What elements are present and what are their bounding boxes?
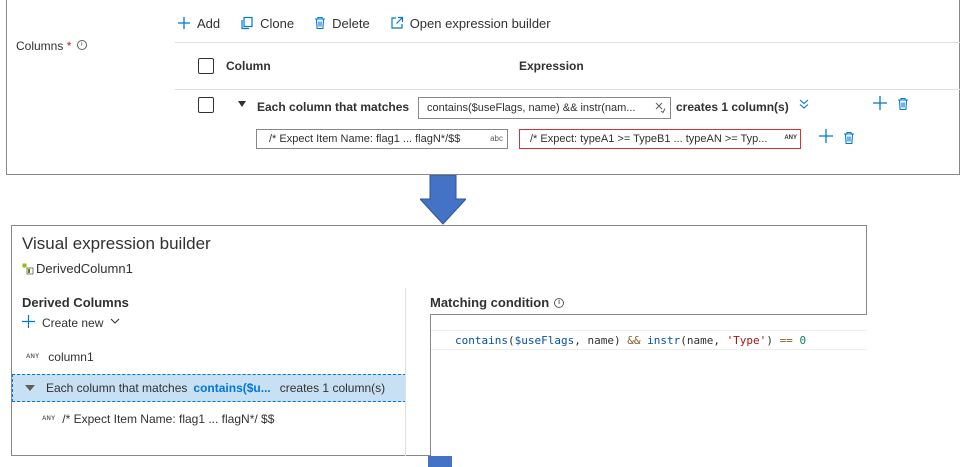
trash-icon	[314, 16, 326, 30]
code-param-useflags: $useFlags	[514, 334, 575, 347]
create-new-button[interactable]: Create new	[22, 315, 120, 330]
column-header: Column	[226, 59, 271, 73]
sub-row-add-icon[interactable]	[819, 128, 833, 146]
pattern-creates-label: creates 1 column(s)	[279, 381, 386, 395]
code-fn-contains: contains	[455, 334, 508, 347]
code-line-current: contains($useFlags, name) && instr(name,…	[431, 330, 867, 350]
code-and-operator: &&	[627, 334, 641, 347]
column-name-text: /* Expect Item Name: flag1 ... flagN*/$$	[269, 133, 461, 145]
row-add-icon[interactable]	[873, 95, 887, 113]
any-type-badge: ANY	[26, 354, 40, 360]
columns-panel: Columns * i Add Clone Delete Open expres…	[6, 0, 960, 175]
sub-column-label: /* Expect Item Name: flag1 ... flagN*/ $…	[62, 412, 275, 426]
expand-triangle-icon[interactable]	[25, 385, 35, 391]
row-trash-icon[interactable]	[897, 97, 909, 114]
derived-columns-title: Derived Columns	[22, 295, 129, 310]
expression-code: contains($useFlags, name) && instr(name,…	[455, 334, 806, 347]
delete-button-label: Delete	[332, 15, 370, 31]
clear-edit-icon[interactable]	[654, 101, 666, 116]
chevron-double-down-icon[interactable]	[799, 98, 809, 113]
open-external-icon	[390, 16, 404, 30]
pattern-match-label: Each column that matches	[257, 100, 410, 114]
down-arrow-icon	[418, 174, 468, 228]
columns-toolbar: Add Clone Delete Open expression builder	[177, 13, 571, 33]
column-expression-input[interactable]: /* Expect: typeA1 >= TypeB1 ... typeAN >…	[519, 129, 801, 149]
info-icon[interactable]: i	[76, 40, 87, 50]
list-item-sub-column[interactable]: ANY /* Expect Item Name: flag1 ... flagN…	[42, 412, 274, 426]
info-icon[interactable]: i	[554, 297, 565, 308]
plus-icon	[22, 315, 35, 330]
pattern-expression: contains($u...	[193, 381, 271, 395]
create-new-label: Create new	[42, 315, 104, 330]
add-button[interactable]: Add	[177, 16, 220, 31]
code-args: (name,	[680, 334, 727, 347]
code-number: 0	[799, 334, 807, 347]
columns-label-text: Columns	[16, 39, 64, 53]
code-string: 'Type'	[726, 334, 767, 347]
clone-button[interactable]: Clone	[240, 16, 294, 31]
column-expression-text: /* Expect: typeA1 >= TypeB1 ... typeAN >…	[530, 133, 768, 145]
matching-condition-title: Matching condition i	[430, 295, 565, 310]
pattern-label: Each column that matches	[46, 381, 188, 395]
code-paren: (	[507, 334, 515, 347]
row-checkbox[interactable]	[198, 97, 214, 113]
list-item-label: column1	[48, 350, 94, 364]
clone-button-label: Clone	[260, 15, 295, 31]
open-builder-label: Open expression builder	[409, 15, 551, 31]
builder-title: Visual expression builder	[22, 234, 211, 253]
column-name-input[interactable]: /* Expect Item Name: flag1 ... flagN*/$$…	[256, 129, 508, 149]
toolbar-divider	[175, 42, 960, 43]
list-item-column1[interactable]: ANY column1	[26, 350, 94, 364]
open-expression-builder-button[interactable]: Open expression builder	[390, 16, 551, 31]
match-condition-input[interactable]: contains($useFlags, name) && instr(nam..…	[418, 97, 671, 119]
plus-icon	[177, 16, 191, 30]
columns-field-label: Columns * i	[16, 39, 87, 53]
code-paren: )	[766, 334, 780, 347]
collapse-triangle-icon[interactable]	[238, 101, 246, 107]
code-eq-operator: ==	[779, 334, 793, 347]
delete-button[interactable]: Delete	[314, 16, 370, 31]
select-all-checkbox[interactable]	[198, 58, 214, 74]
expression-header: Expression	[519, 59, 584, 73]
builder-subtitle: DerivedColumn1	[22, 261, 133, 276]
derived-column-icon	[22, 263, 34, 275]
chevron-down-icon	[110, 317, 120, 328]
pane-divider	[405, 288, 406, 456]
code-fn-instr: instr	[647, 334, 681, 347]
arrow-continuation	[428, 455, 452, 467]
code-args: , name)	[574, 334, 628, 347]
list-item-pattern-selected[interactable]: Each column that matches contains($u... …	[12, 374, 406, 402]
string-type-badge: abc	[490, 134, 503, 143]
derived-column-name: DerivedColumn1	[36, 261, 133, 276]
creates-count-label: creates 1 column(s)	[676, 100, 789, 114]
required-mark: *	[66, 39, 72, 53]
any-type-badge: ANY	[42, 416, 56, 422]
matching-condition-label: Matching condition	[430, 295, 550, 310]
add-button-label: Add	[197, 15, 221, 31]
expression-editor[interactable]: contains($useFlags, name) && instr(name,…	[430, 314, 867, 456]
visual-expression-builder: Visual expression builder DerivedColumn1…	[11, 225, 867, 456]
match-condition-text: contains($useFlags, name) && instr(nam..…	[427, 102, 636, 114]
sub-row-trash-icon[interactable]	[843, 131, 855, 148]
any-type-badge: ANY	[784, 135, 797, 141]
header-divider	[175, 89, 960, 90]
copy-icon	[240, 16, 254, 30]
